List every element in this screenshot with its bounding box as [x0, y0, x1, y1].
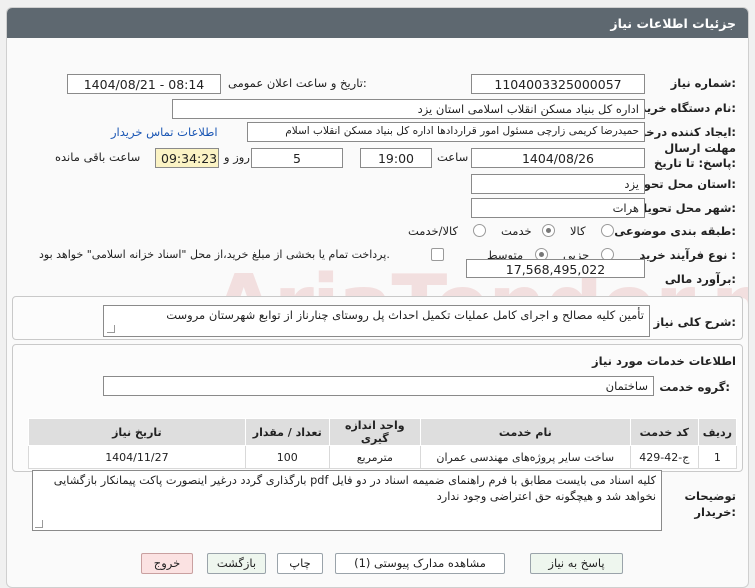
resize-handle-icon[interactable]: [107, 325, 115, 333]
day-and-label: روز و: [224, 150, 250, 164]
remaining-label: ساعت باقی مانده: [55, 150, 141, 164]
overall-desc-label: شرح کلی نیاز:: [653, 315, 736, 329]
service-group-field: ساختمان: [103, 376, 654, 396]
cell-service-name: ساخت سایر پروژه‌های مهندسی عمران: [419, 445, 631, 469]
col-need-date-header: تاریخ نیاز: [28, 418, 246, 446]
city-field: هرات: [471, 198, 645, 218]
col-service-name-header: نام خدمت: [419, 418, 631, 446]
overall-desc-field: تأمین کلیه مصالح و اجرای کامل عملیات تکم…: [103, 305, 650, 337]
estimate-label: برآورد مالی:: [664, 272, 736, 286]
buyer-notes-label: توضیحات خریدار:: [684, 489, 737, 519]
buyer-contact-link[interactable]: اطلاعات تماس خریدار: [111, 125, 218, 139]
col-unit-header: واحد اندازه گیری: [328, 418, 421, 446]
col-row-header: ردیف: [697, 418, 738, 446]
view-attachments-button[interactable]: مشاهده مدارک پیوستی (1): [335, 553, 505, 574]
deadline-date-field: 1404/08/26: [471, 148, 645, 168]
services-table: ردیف کد خدمت نام خدمت واحد اندازه گیری ت…: [28, 418, 738, 469]
cell-service-code: ج-42-429: [629, 445, 699, 469]
deadline-time-field: 19:00: [360, 148, 432, 168]
buyer-org-field: اداره کل بنیاد مسکن انقلاب اسلامی استان …: [172, 99, 645, 119]
page-title: جزئیات اطلاعات نیاز: [610, 16, 736, 31]
services-table-header: ردیف کد خدمت نام خدمت واحد اندازه گیری ت…: [28, 418, 738, 446]
cell-need-date: 1404/11/27: [28, 445, 246, 469]
service-group-label: گروه خدمت:: [659, 380, 730, 394]
page-header: جزئیات اطلاعات نیاز: [7, 8, 748, 38]
category-service-label: خدمت: [501, 224, 532, 238]
treasury-payment-checkbox[interactable]: [431, 248, 444, 261]
table-row[interactable]: 1 ج-42-429 ساخت سایر پروژه‌های مهندسی عم…: [28, 445, 738, 469]
need-number-field: 1104003325000057: [471, 74, 645, 94]
need-details-window: جزئیات اطلاعات نیاز AriaTender.net شماره…: [6, 7, 749, 588]
time-left-field: 09:34:23: [155, 148, 219, 168]
need-number-label: شماره نیاز:: [670, 76, 736, 90]
category-service-radio[interactable]: [542, 224, 555, 237]
announce-datetime-field: 1404/08/21 - 08:14: [67, 74, 221, 94]
cell-quantity: 100: [244, 445, 330, 469]
print-button[interactable]: چاپ: [277, 553, 323, 574]
notes-resize-handle-icon[interactable]: [35, 520, 43, 528]
process-type-label: نوع فرآیند خرید :: [639, 248, 736, 262]
category-label: طبقه بندی موضوعی:: [614, 224, 736, 238]
treasury-payment-note: پرداخت تمام یا بخشی از مبلغ خرید،از محل …: [39, 248, 390, 261]
province-label: استان محل تحویل:: [629, 177, 736, 191]
reply-button[interactable]: پاسخ به نیاز: [530, 553, 623, 574]
services-info-heading: اطلاعات خدمات مورد نیاز: [592, 354, 736, 368]
col-quantity-header: تعداد / مقدار: [244, 418, 330, 446]
cell-row-number: 1: [697, 445, 738, 469]
city-label: شهر محل تحویل:: [637, 201, 736, 215]
deadline-hour-label: ساعت: [437, 150, 469, 164]
deadline-label: مهلت ارسال پاسخ: تا تاریخ:: [654, 141, 736, 170]
province-field: یزد: [471, 174, 645, 194]
estimate-field: 17,568,495,022: [466, 259, 645, 278]
days-left-field: 5: [251, 148, 343, 168]
exit-button[interactable]: خروج: [141, 553, 193, 574]
buyer-org-label: نام دستگاه خریدار:: [629, 101, 736, 115]
requester-field: حمیدرضا کریمی زارچی مسئول امور قراردادها…: [247, 122, 645, 142]
category-goods-service-radio[interactable]: [473, 224, 486, 237]
back-button[interactable]: بازگشت: [207, 553, 266, 574]
category-goods-radio[interactable]: [601, 224, 614, 237]
category-goods-label: کالا: [570, 224, 586, 238]
category-goods-service-label: کالا/خدمت: [408, 224, 459, 238]
announce-datetime-label: تاریخ و ساعت اعلان عمومی:: [228, 76, 367, 90]
col-code-header: کد خدمت: [629, 418, 699, 446]
cell-unit: مترمربع: [328, 445, 421, 469]
buyer-notes-field: کلیه اسناد می بایست مطابق با فرم راهنمای…: [32, 470, 662, 531]
